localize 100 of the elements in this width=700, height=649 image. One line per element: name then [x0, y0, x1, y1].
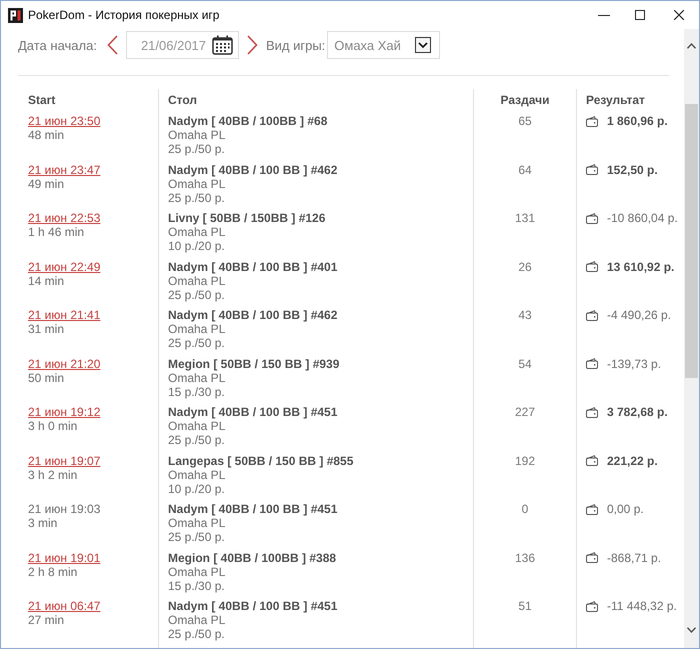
start-time-link[interactable]: 21 июн 21:20: [28, 356, 100, 370]
start-time-link[interactable]: 21 июн 22:53: [28, 211, 100, 225]
stakes-text: 15 р./30 р.: [168, 578, 225, 592]
start-time-link[interactable]: 21 июн 21:41: [28, 308, 100, 322]
wallet-icon: [586, 358, 598, 369]
game-type-text: Omaha PL: [168, 613, 226, 627]
table-name: Livny [ 50BB / 150BB ] #126: [168, 211, 326, 225]
wallet-icon: [586, 261, 598, 272]
stakes-text: 10 р./20 р.: [168, 239, 225, 253]
duration-text: 3 h 0 min: [28, 419, 78, 433]
wallet-icon: [586, 600, 598, 612]
game-type-text: Omaha PL: [168, 225, 226, 239]
date-field[interactable]: 21/06/2017: [126, 31, 239, 59]
stakes-text: 15 р./30 р.: [168, 384, 225, 398]
wallet-icon: [586, 212, 598, 224]
result-amount: -10 860,04 р.: [607, 211, 678, 225]
wallet-icon: [586, 552, 598, 563]
game-type-label: Вид игры:: [266, 38, 326, 52]
result-amount: -4 490,26 р.: [607, 308, 672, 322]
wallet-icon: [586, 406, 598, 418]
column-header: Раздачи: [500, 93, 550, 107]
game-type-dropdown[interactable]: Омаха Хай: [327, 31, 440, 59]
stakes-text: 25 р./50 р.: [168, 142, 225, 156]
result-amount: 13 610,92 р.: [607, 260, 674, 274]
result-amount: 0,00 р.: [607, 502, 644, 516]
table-name: Nadym [ 40BB / 100 BB ] #451: [168, 599, 338, 613]
table-name: Megion [ 40BB / 100BB ] #388: [168, 550, 336, 564]
duration-text: 49 min: [28, 176, 64, 190]
chevron-right-icon[interactable]: [246, 35, 258, 55]
close-icon[interactable]: [674, 10, 684, 20]
hands-count: 64: [518, 162, 532, 176]
duration-text: 2 h 8 min: [28, 564, 78, 578]
wallet-icon: [586, 116, 598, 126]
scroll-down-icon[interactable]: [687, 627, 696, 633]
scroll-up-icon[interactable]: [687, 43, 696, 49]
result-amount: 221,22 р.: [607, 454, 658, 468]
table-name: Megion [ 50BB / 150 BB ] #939: [168, 356, 340, 370]
duration-text: 14 min: [28, 274, 64, 288]
hands-count: 65: [518, 114, 532, 128]
stakes-text: 25 р./50 р.: [168, 288, 225, 302]
stakes-text: 10 р./20 р.: [168, 482, 225, 496]
start-time-link[interactable]: 21 июн 19:12: [28, 405, 100, 419]
duration-text: 50 min: [28, 370, 64, 384]
column-header: Стол: [168, 93, 198, 107]
game-type-text: Omaha PL: [168, 128, 226, 142]
start-time-link[interactable]: 21 июн 23:47: [28, 162, 100, 176]
window-title: PokerDom - История покерных игр: [28, 8, 220, 22]
result-amount: -868,71 р.: [607, 550, 662, 564]
start-time-link[interactable]: 21 июн 19:07: [28, 454, 100, 468]
stakes-text: 25 р./50 р.: [168, 433, 225, 447]
game-type-text: Omaha PL: [168, 322, 226, 336]
wallet-icon: [586, 310, 598, 320]
hands-count: 54: [518, 356, 532, 370]
duration-text: 3 min: [28, 516, 58, 530]
result-amount: 152,50 р.: [607, 162, 658, 176]
table-name: Nadym [ 40BB / 100 BB ] #462: [168, 308, 338, 322]
column-header: Start: [28, 93, 56, 107]
table-name: Nadym [ 40BB / 100BB ] #68: [168, 114, 328, 128]
duration-text: 1 h 46 min: [28, 225, 84, 239]
column-header: Результат: [586, 93, 645, 107]
start-time-link[interactable]: 21 июн 22:49: [28, 260, 100, 274]
scrollbar-thumb[interactable]: [685, 104, 698, 378]
hands-count: 0: [522, 502, 528, 516]
result-amount: -11 448,32 р.: [607, 599, 677, 613]
calendar-icon[interactable]: [212, 35, 233, 55]
game-type-text: Omaha PL: [168, 516, 226, 530]
wallet-icon: [586, 455, 598, 466]
game-type-text: Omaha PL: [168, 176, 226, 190]
start-time-link[interactable]: 21 июн 19:01: [28, 550, 100, 564]
start-time: 21 июн 19:03: [28, 502, 100, 516]
stakes-text: 25 р./50 р.: [168, 627, 225, 641]
wallet-icon: [586, 504, 598, 514]
minimize-icon[interactable]: [598, 14, 610, 16]
table-name: Langepas [ 50BB / 150 BB ] #855: [168, 454, 354, 468]
duration-text: 31 min: [28, 322, 64, 336]
app-logo-icon: [8, 8, 23, 22]
chevron-left-icon[interactable]: [106, 35, 118, 55]
stakes-text: 25 р./50 р.: [168, 190, 225, 204]
maximize-icon[interactable]: [635, 10, 645, 20]
duration-text: 3 h 2 min: [28, 468, 78, 482]
duration-text: 48 min: [28, 128, 64, 142]
game-type-text: Omaha PL: [168, 468, 226, 482]
hands-count: 51: [518, 599, 532, 613]
table-name: Nadym [ 40BB / 100 BB ] #451: [168, 502, 338, 516]
start-time-link[interactable]: 21 июн 06:47: [28, 599, 100, 613]
stakes-text: 25 р./50 р.: [168, 530, 225, 544]
result-amount: 3 782,68 р.: [607, 405, 668, 419]
game-type-text: Omaha PL: [168, 370, 226, 384]
table-name: Nadym [ 40BB / 100 BB ] #401: [168, 260, 338, 274]
game-type-text: Omaha PL: [168, 564, 226, 578]
table-name: Nadym [ 40BB / 100 BB ] #462: [168, 162, 338, 176]
start-time-link[interactable]: 21 июн 23:50: [28, 114, 100, 128]
duration-text: 27 min: [28, 613, 64, 627]
hands-count: 131: [514, 211, 536, 225]
result-amount: -139,73 р.: [607, 356, 662, 370]
hands-count: 26: [518, 260, 532, 274]
hands-count: 227: [514, 405, 536, 419]
table-name: Nadym [ 40BB / 100 BB ] #451: [168, 405, 338, 419]
game-type-text: Omaha PL: [168, 274, 226, 288]
stakes-text: 25 р./50 р.: [168, 336, 225, 350]
